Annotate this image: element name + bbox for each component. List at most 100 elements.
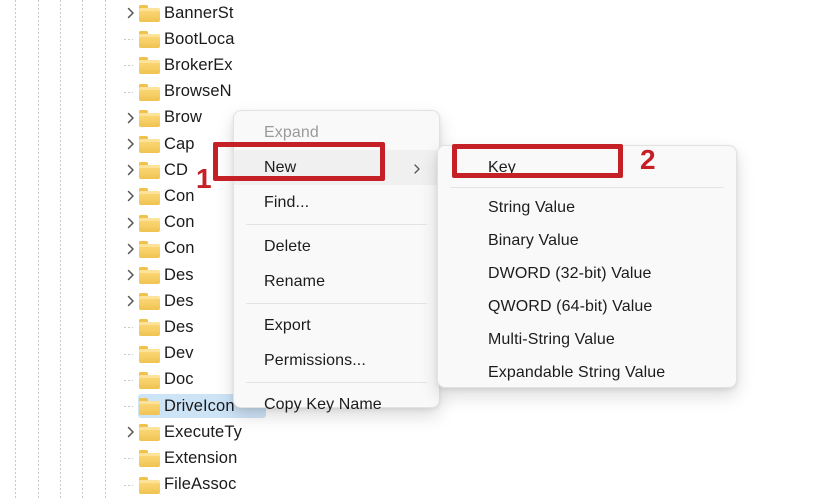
chevron-right-icon[interactable] <box>124 268 138 282</box>
folder-icon <box>139 109 160 127</box>
menu-separator <box>246 303 427 304</box>
submenu-item-expandable-string-value[interactable]: Expandable String Value <box>438 356 736 389</box>
tree-branch-connector <box>124 91 133 93</box>
chevron-right-icon[interactable] <box>124 216 138 230</box>
menu-item-delete[interactable]: Delete <box>234 229 439 264</box>
submenu-item-multi-string-value[interactable]: Multi-String Value <box>438 323 736 356</box>
chevron-right-icon[interactable] <box>124 137 138 151</box>
chevron-right-icon[interactable] <box>124 111 138 125</box>
tree-branch-connector <box>124 39 133 41</box>
tree-node-label: ExecuteTy <box>164 422 242 441</box>
tree-node-des[interactable]: Des <box>0 262 266 288</box>
folder-icon <box>139 136 160 153</box>
tree-node-label: BannerSt <box>164 3 234 22</box>
menu-separator <box>246 382 427 383</box>
tree-node-label: BrokerEx <box>164 55 233 74</box>
submenu-item-label: Binary Value <box>488 231 579 249</box>
folder-icon <box>139 398 160 415</box>
menu-item-export[interactable]: Export <box>234 308 439 343</box>
tree-node-des[interactable]: Des <box>0 288 266 314</box>
menu-item-label: Expand <box>264 123 319 141</box>
tree-node-driveicon[interactable]: DriveIcon <box>0 393 266 419</box>
submenu-item-dword-32-bit-value[interactable]: DWORD (32-bit) Value <box>438 257 736 290</box>
menu-item-label: Copy Key Name <box>264 395 382 413</box>
folder-icon <box>139 450 160 468</box>
tree-branch-connector <box>124 65 133 67</box>
tree-branch-connector <box>124 458 133 460</box>
tree-scroll-region[interactable]: BannerSt BootLoca BrokerEx BrowseN Brow Cap CD… <box>0 0 266 500</box>
annotation-number-2: 2 <box>640 144 656 175</box>
tree-node-label: Con <box>164 186 195 205</box>
menu-separator <box>450 187 724 188</box>
tree-node-fileassoc[interactable]: FileAssoc <box>0 472 266 498</box>
tree-node-brokerex[interactable]: BrokerEx <box>0 52 266 78</box>
tree-node-des[interactable]: Des <box>0 314 266 340</box>
chevron-right-icon[interactable] <box>124 294 138 308</box>
tree-node-label: Con <box>164 239 195 258</box>
folder-icon <box>139 83 160 101</box>
tree-node-executety[interactable]: ExecuteTy <box>0 419 266 445</box>
menu-item-find[interactable]: Find... <box>234 185 439 220</box>
chevron-right-icon[interactable] <box>124 189 138 203</box>
tree-node-extension[interactable]: Extension <box>0 445 266 471</box>
tree-branch-connector <box>124 353 133 355</box>
tree-node-label: Cap <box>164 134 195 153</box>
folder-icon <box>139 31 160 49</box>
tree-node-con[interactable]: Con <box>0 236 266 262</box>
tree-node-bannerst[interactable]: BannerSt <box>0 0 266 26</box>
folder-icon <box>139 188 160 206</box>
tree-node-label: FileAssoc <box>164 475 237 494</box>
folder-icon <box>139 293 160 311</box>
folder-icon <box>139 371 160 389</box>
submenu-item-label: Multi-String Value <box>488 330 615 348</box>
submenu-item-qword-64-bit-value[interactable]: QWORD (64-bit) Value <box>438 290 736 323</box>
menu-item-label: Find... <box>264 193 310 211</box>
menu-separator <box>246 224 427 225</box>
submenu-item-string-value[interactable]: String Value <box>438 191 736 224</box>
tree-node-bootloca[interactable]: BootLoca <box>0 26 266 52</box>
chevron-right-icon[interactable] <box>124 163 138 177</box>
tree-node-label: Des <box>164 291 194 310</box>
new-submenu[interactable]: Key String Value Binary Value DWORD (32-bit… <box>437 145 737 388</box>
folder-icon <box>139 5 160 22</box>
tree-node-label: BootLoca <box>164 29 235 48</box>
submenu-item-label: Expandable String Value <box>488 363 666 381</box>
folder-icon <box>139 345 160 363</box>
tree-node-doc[interactable]: Doc <box>0 367 266 393</box>
menu-item-label: Delete <box>264 237 311 255</box>
menu-item-label: Permissions... <box>264 351 366 369</box>
menu-item-label: Export <box>264 316 311 334</box>
menu-item-copy-key-name[interactable]: Copy Key Name <box>234 387 439 422</box>
tree-branch-connector <box>124 484 133 486</box>
folder-icon <box>139 476 160 494</box>
tree-node-label: Con <box>164 213 195 232</box>
tree-node-con[interactable]: Con <box>0 183 266 209</box>
folder-icon <box>139 319 160 337</box>
tree-node-label: Doc <box>164 370 194 389</box>
submenu-item-label: DWORD (32-bit) Value <box>488 264 652 282</box>
tree-node-label: Dev <box>164 344 194 363</box>
tree-node-dev[interactable]: Dev <box>0 341 266 367</box>
tree-branch-connector <box>124 379 133 381</box>
folder-icon <box>139 214 160 232</box>
tree-node-label: Des <box>164 265 194 284</box>
tree-node-label: Extension <box>164 448 238 467</box>
tree-node-browsen[interactable]: BrowseN <box>0 79 266 105</box>
chevron-right-icon <box>411 162 423 174</box>
submenu-item-label: String Value <box>488 198 576 216</box>
menu-item-permissions[interactable]: Permissions... <box>234 343 439 378</box>
tree-branch-connector <box>124 406 133 407</box>
tree-node-label: BrowseN <box>164 82 232 101</box>
folder-icon <box>139 57 160 75</box>
chevron-right-icon[interactable] <box>124 6 138 20</box>
chevron-right-icon[interactable] <box>124 425 138 439</box>
tree-node-brow[interactable]: Brow <box>0 105 266 131</box>
tree-node-con[interactable]: Con <box>0 210 266 236</box>
submenu-item-binary-value[interactable]: Binary Value <box>438 224 736 257</box>
chevron-right-icon[interactable] <box>124 242 138 256</box>
menu-item-label: Rename <box>264 272 326 290</box>
submenu-item-label: QWORD (64-bit) Value <box>488 297 653 315</box>
annotation-box-key <box>452 144 623 178</box>
folder-icon <box>139 240 160 258</box>
menu-item-rename[interactable]: Rename <box>234 264 439 299</box>
